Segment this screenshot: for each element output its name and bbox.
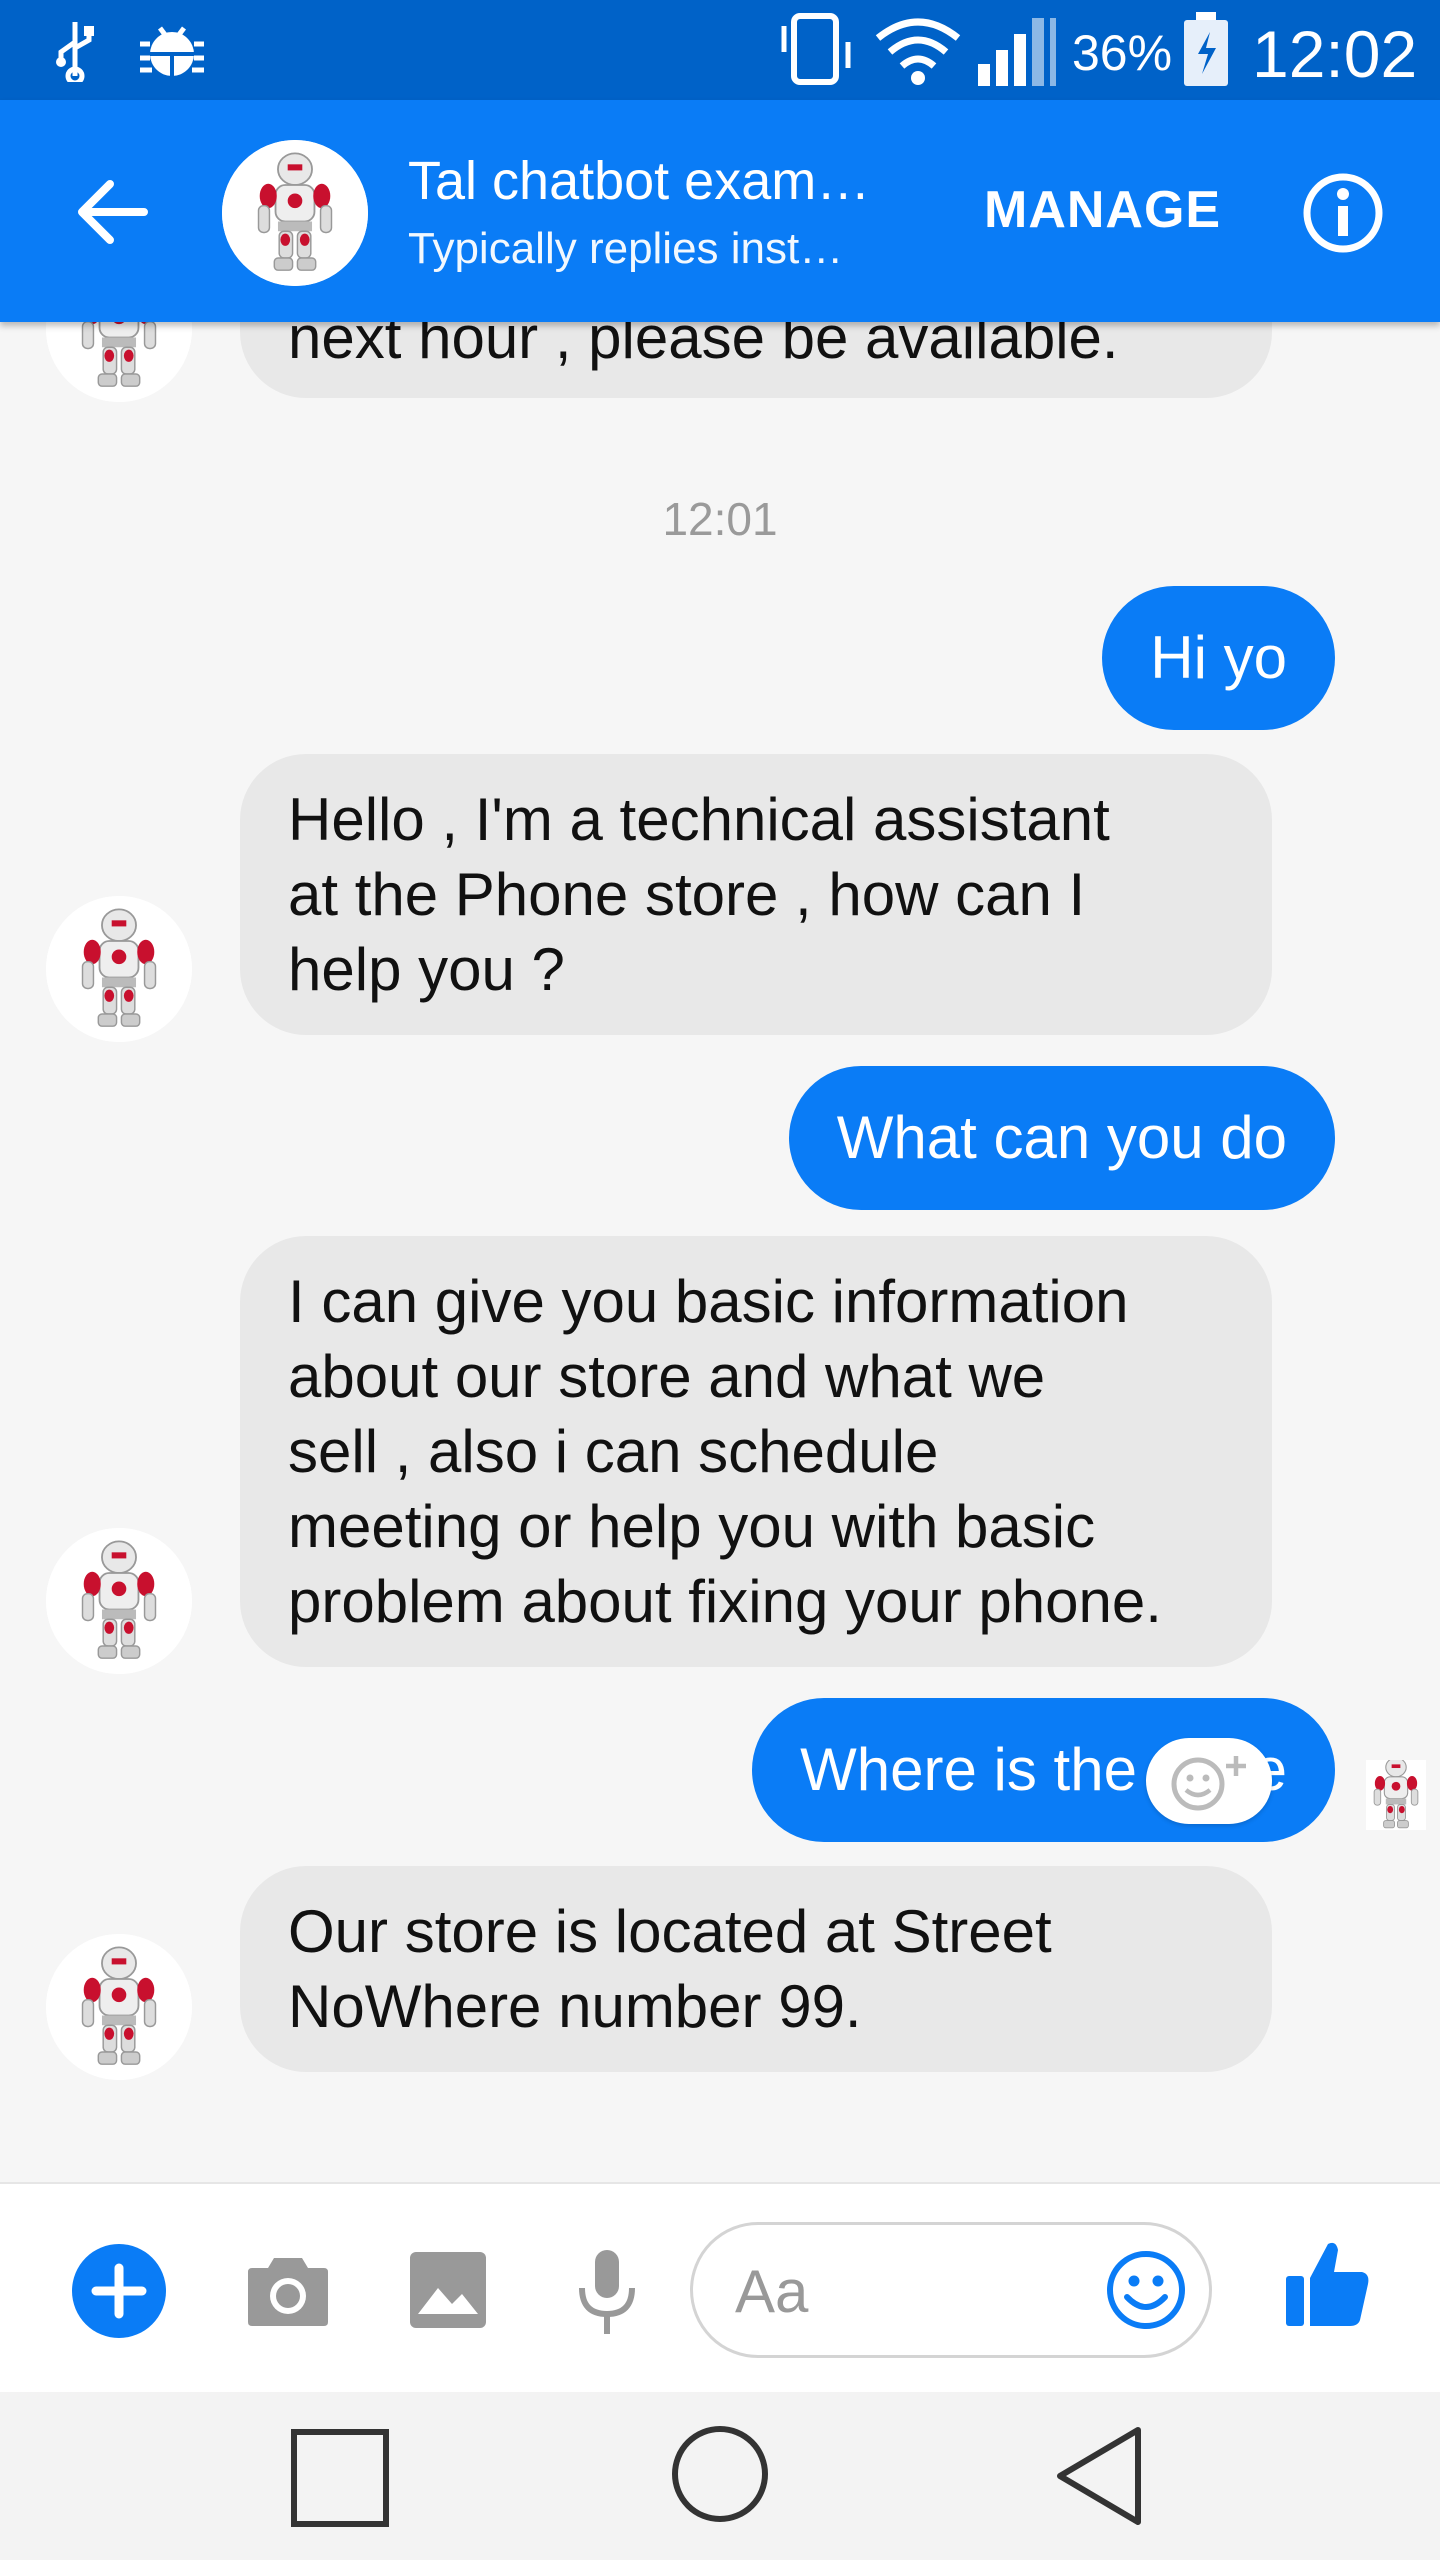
message-line: Hello , I'm a technical assistant	[288, 786, 1110, 853]
bot-message-bubble[interactable]: I can give you basic information about o…	[240, 1236, 1272, 1667]
message-line: problem about fixing your phone.	[288, 1568, 1162, 1635]
gallery-icon[interactable]	[408, 2250, 488, 2330]
user-message-bubble[interactable]: What can you do	[788, 1066, 1335, 1210]
thumbs-up-icon[interactable]	[1284, 2238, 1372, 2330]
battery-charging-icon	[1184, 12, 1228, 86]
message-line: meeting or help you with basic	[288, 1493, 1096, 1560]
emoji-icon[interactable]	[1105, 2249, 1187, 2331]
smiley-plus-icon	[1171, 1756, 1246, 1811]
contact-status: Typically replies inst…	[408, 224, 844, 273]
add-reaction-button[interactable]	[1146, 1738, 1272, 1824]
back-nav-icon[interactable]	[1054, 2426, 1144, 2526]
user-message-bubble[interactable]: Hi yo	[1102, 586, 1335, 730]
message-timestamp: 12:01	[662, 493, 778, 545]
message-text-field[interactable]	[733, 2245, 1077, 2337]
robot-avatar-icon	[1351, 1749, 1440, 1838]
bot-avatar	[46, 1934, 192, 2080]
message-line: Our store is located at Street	[288, 1898, 1052, 1965]
bot-message-bubble[interactable]: Our store is located at Street NoWhere n…	[240, 1866, 1272, 2072]
message-text: Hi yo	[1150, 624, 1287, 691]
robot-avatar-icon	[46, 322, 192, 402]
wifi-icon	[875, 18, 961, 85]
bot-message-bubble[interactable]: Hello , I'm a technical assistant at the…	[240, 754, 1272, 1035]
message-line: I can give you basic information	[288, 1268, 1129, 1335]
message-list[interactable]: next hour , please be available. 12:01 H…	[0, 322, 1440, 2182]
usb-icon	[56, 22, 94, 82]
manage-button[interactable]: MANAGE	[984, 180, 1221, 240]
microphone-icon[interactable]	[576, 2248, 638, 2338]
system-navigation-bar	[0, 2392, 1440, 2560]
home-icon[interactable]	[670, 2424, 770, 2524]
camera-icon[interactable]	[246, 2252, 330, 2328]
robot-avatar-icon	[46, 1934, 192, 2080]
seen-indicator-avatar	[1351, 1749, 1440, 1838]
contact-avatar[interactable]	[222, 140, 368, 286]
message-line: at the Phone store , how can I	[288, 861, 1086, 928]
bot-avatar	[46, 1528, 192, 1674]
vibrate-icon	[781, 13, 851, 85]
conversation-header: Tal chatbot exam… Typically replies inst…	[0, 100, 1440, 322]
bot-message-bubble[interactable]: next hour , please be available.	[240, 322, 1272, 398]
message-line: about our store and what we	[288, 1343, 1046, 1410]
contact-name[interactable]: Tal chatbot exam…	[408, 150, 870, 212]
recent-apps-icon[interactable]	[290, 2428, 390, 2528]
message-text: next hour , please be available.	[288, 322, 1119, 371]
back-arrow-icon[interactable]	[74, 176, 150, 248]
debug-icon	[140, 26, 204, 76]
message-composer	[0, 2182, 1440, 2394]
status-bar: 36% 12:02	[0, 0, 1440, 100]
bot-avatar	[46, 322, 192, 402]
message-text: What can you do	[836, 1104, 1287, 1171]
signal-icon	[978, 18, 1056, 86]
robot-avatar-icon	[46, 1528, 192, 1674]
message-line: NoWhere number 99.	[288, 1973, 862, 2040]
bot-avatar	[46, 896, 192, 1042]
message-line: sell , also i can schedule	[288, 1418, 939, 1485]
message-line: help you ?	[288, 936, 565, 1003]
status-clock: 12:02	[1252, 17, 1418, 91]
robot-avatar-icon	[46, 896, 192, 1042]
battery-percent: 36%	[1072, 25, 1173, 81]
robot-avatar-icon	[222, 140, 368, 286]
message-input[interactable]	[690, 2222, 1212, 2358]
info-icon[interactable]	[1302, 172, 1384, 254]
plus-icon[interactable]	[70, 2242, 168, 2340]
